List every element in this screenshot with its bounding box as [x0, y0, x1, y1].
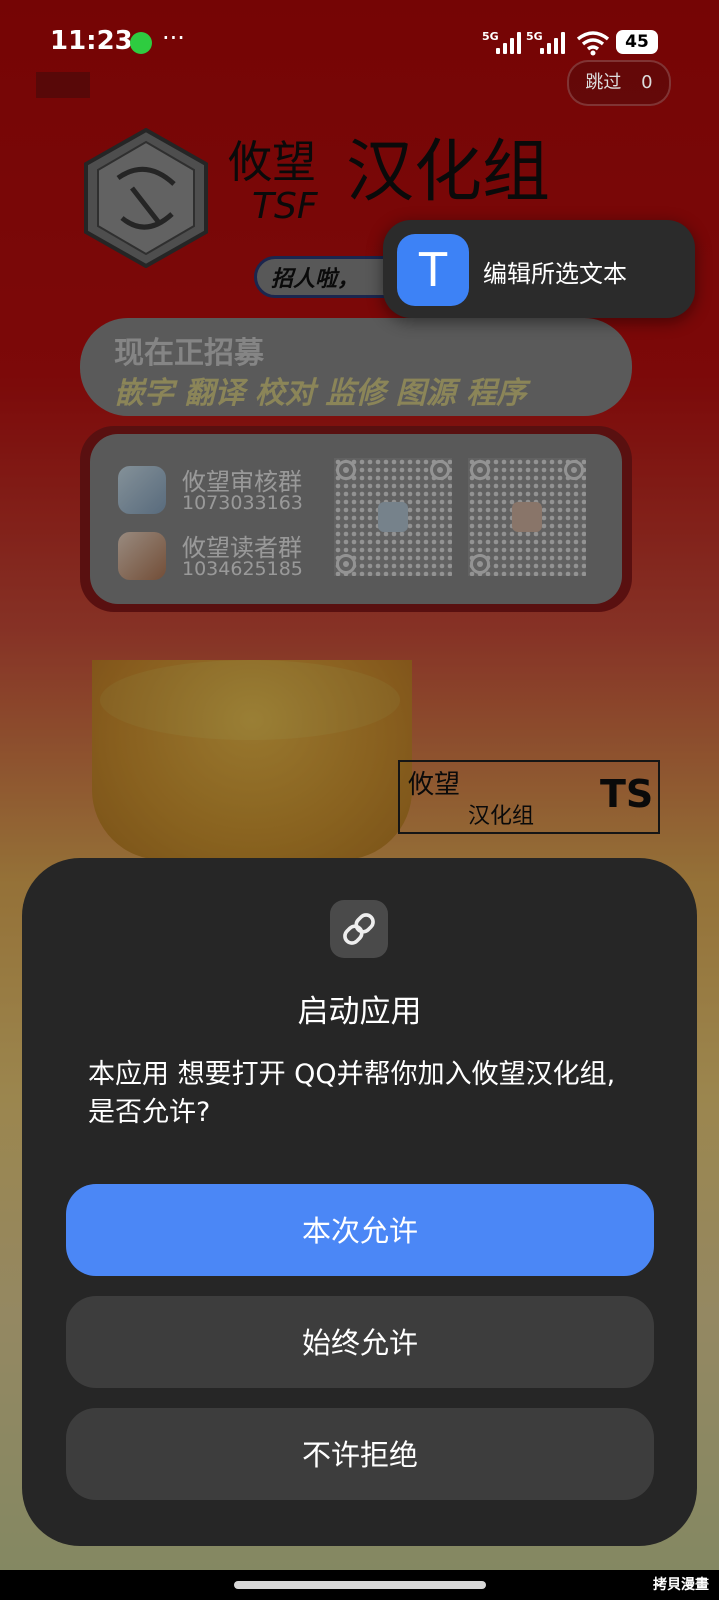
skip-ad-button[interactable]: 跳过 0 [567, 60, 671, 106]
home-indicator[interactable] [234, 1581, 486, 1589]
cell-signal-icon [540, 32, 568, 54]
link-icon-svg [343, 913, 375, 945]
link-icon [330, 900, 388, 958]
status-bar: 11:23 ··· 5G 5G 45 [50, 24, 659, 62]
dialog-title: 启动应用 [297, 994, 422, 1030]
text-edit-icon: T [397, 234, 469, 306]
skip-label: 跳过 [585, 72, 622, 93]
message-app-icon [130, 32, 152, 54]
launch-app-dialog: 启动应用 本应用 想要打开 QQ并帮你加入攸望汉化组,是否允许? 本次允许 始终… [22, 858, 697, 1546]
allow-always-button[interactable]: 始终允许 [66, 1296, 654, 1388]
deny-button[interactable]: 不许拒绝 [66, 1408, 654, 1500]
gesture-bar: 拷貝漫畫 [0, 1570, 719, 1600]
edit-text-popup[interactable]: T 编辑所选文本 [383, 220, 695, 318]
more-notifications-icon: ··· [162, 24, 185, 52]
dialog-message: 本应用 想要打开 QQ并帮你加入攸望汉化组,是否允许? [88, 1059, 616, 1128]
wifi-icon [576, 31, 610, 56]
watermark-text: 拷貝漫畫 [653, 1577, 709, 1593]
allow-once-button[interactable]: 本次允许 [66, 1184, 654, 1276]
skip-countdown: 0 [641, 72, 653, 93]
edit-text-label: 编辑所选文本 [483, 260, 627, 288]
cell-signal-icon [496, 32, 524, 54]
status-time: 11:23 [50, 26, 133, 56]
battery-icon: 45 [616, 30, 658, 54]
